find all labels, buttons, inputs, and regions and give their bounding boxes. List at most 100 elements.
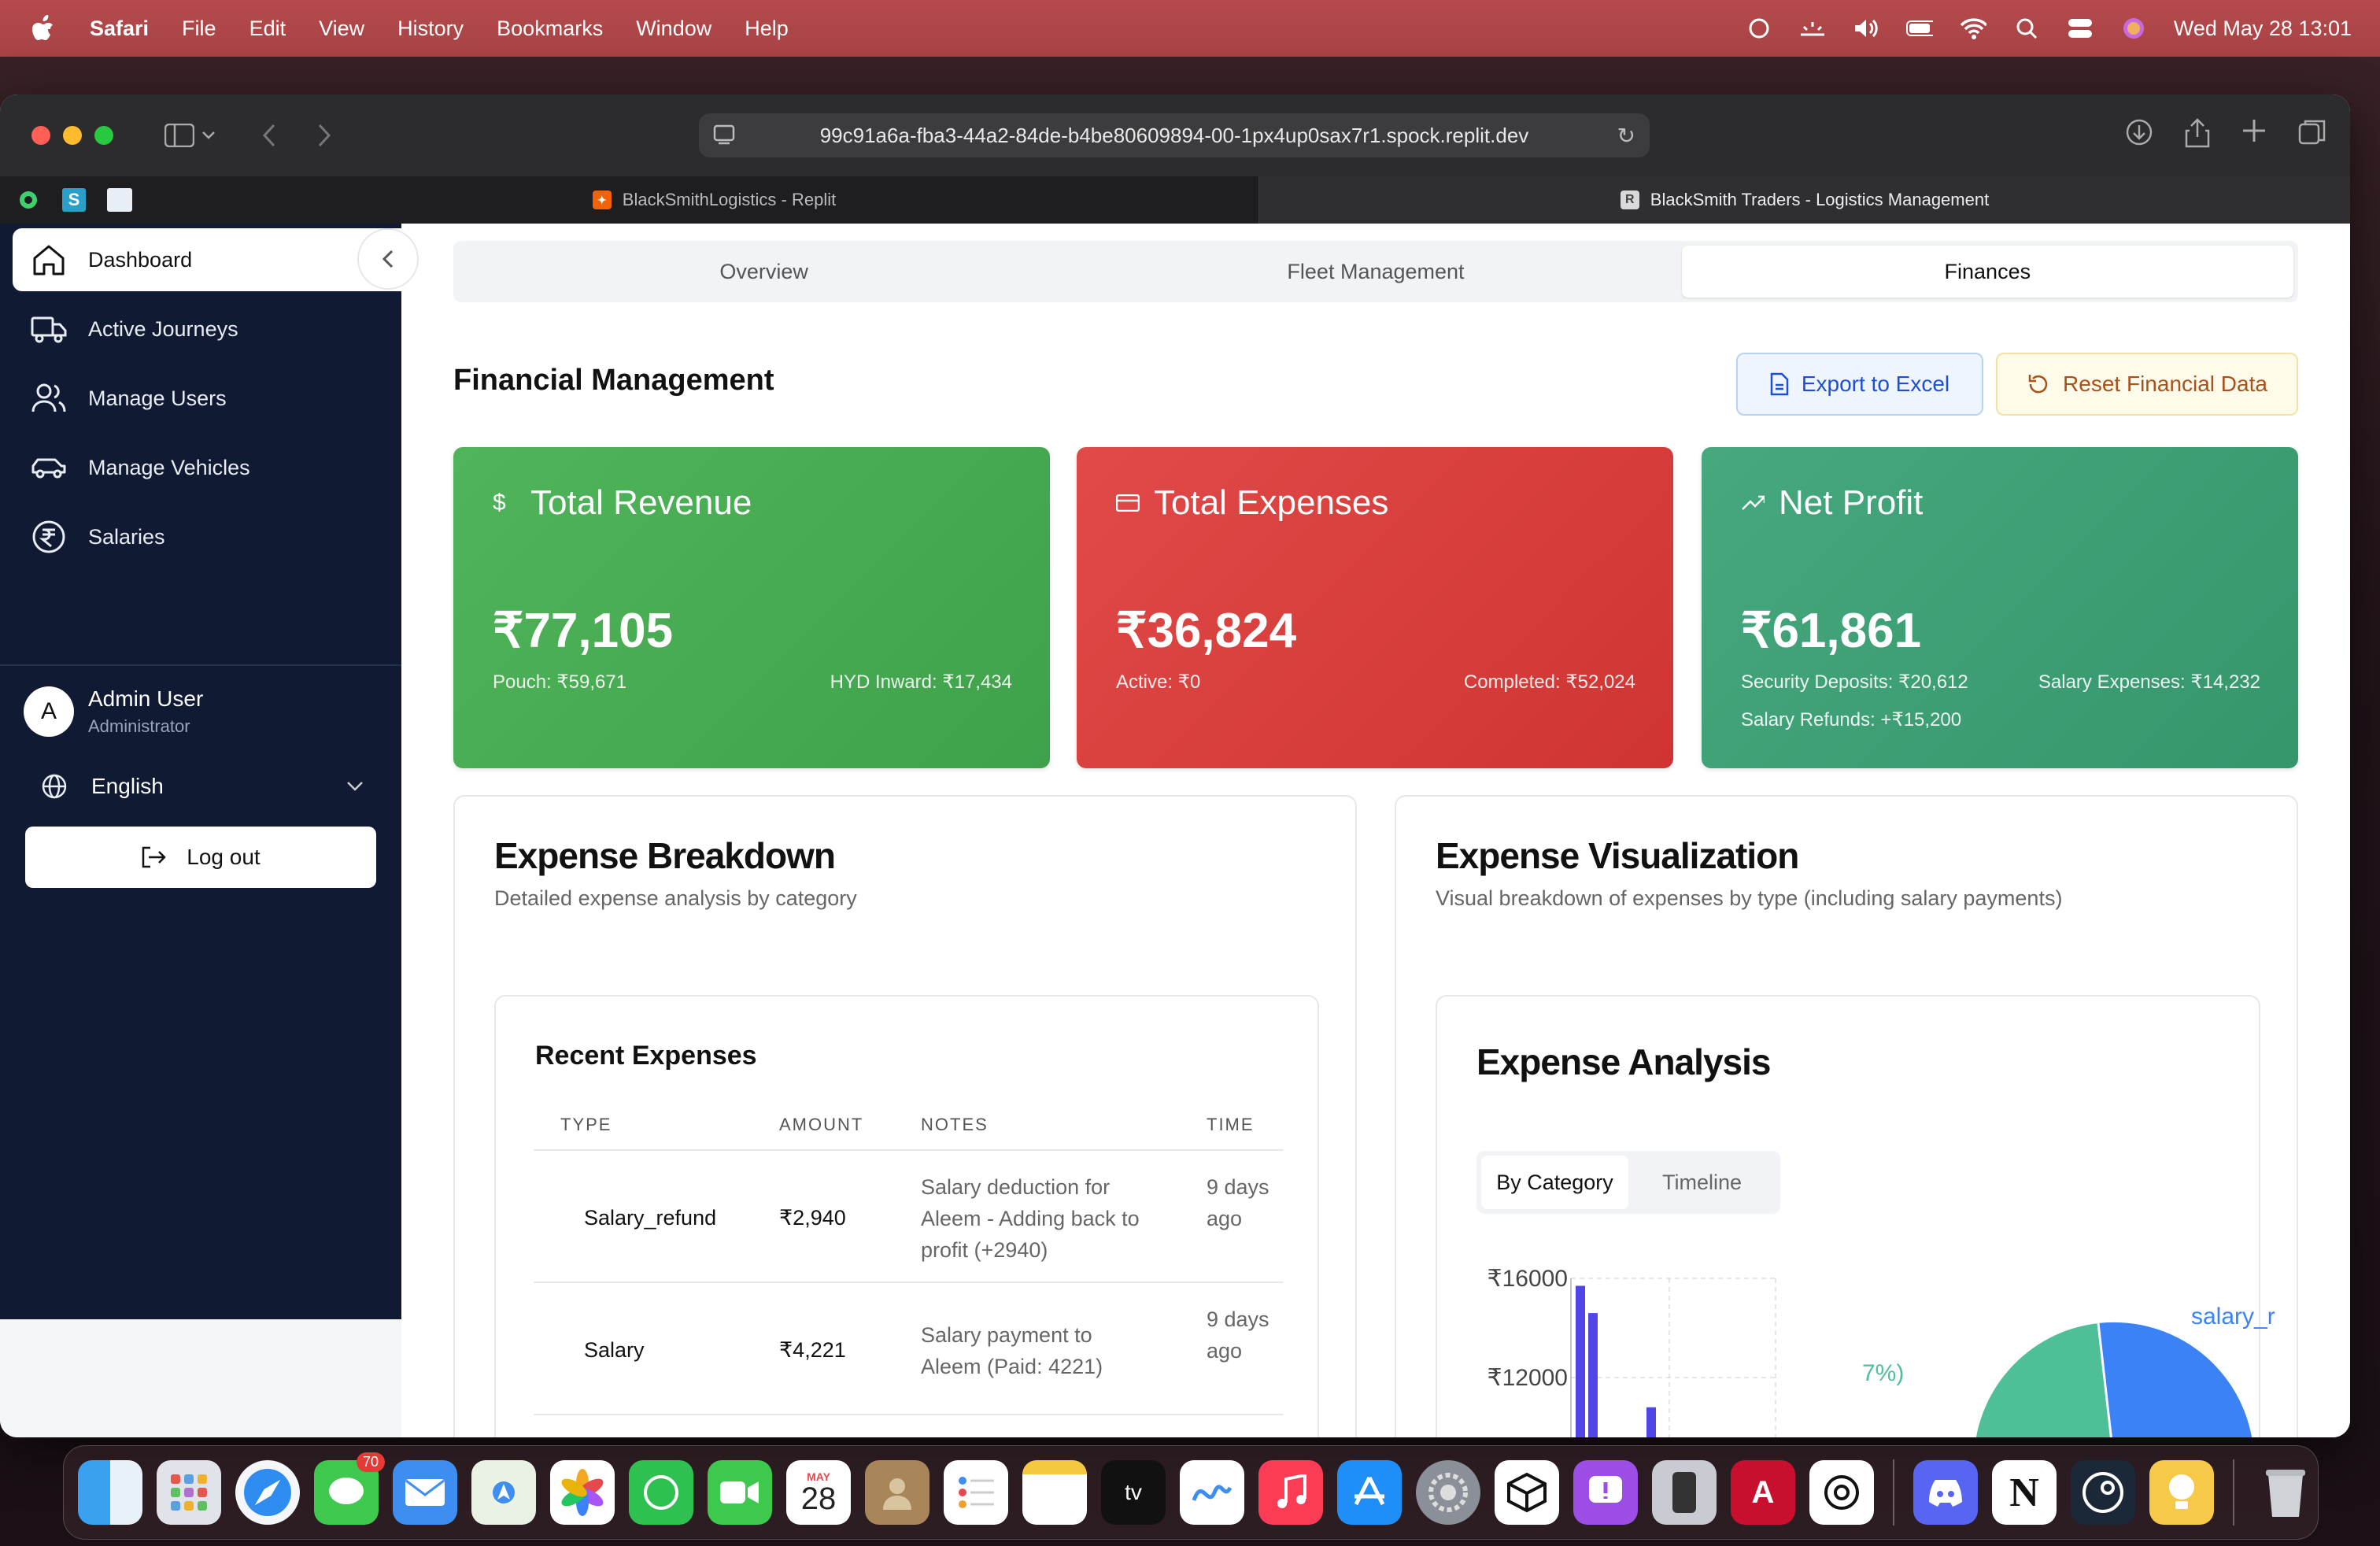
column-header-amount: AMOUNT	[779, 1115, 864, 1134]
volume-icon[interactable]	[1853, 17, 1879, 40]
siri-icon[interactable]	[2120, 17, 2147, 40]
panel-subtitle: Visual breakdown of expenses by type (in…	[1436, 886, 2063, 910]
sidebar-item-manage-vehicles[interactable]: Manage Vehicles	[13, 436, 401, 499]
dock-separator	[1893, 1459, 1894, 1526]
tab-timeline[interactable]: Timeline	[1628, 1156, 1776, 1209]
table-divider	[534, 1414, 1283, 1415]
menu-history[interactable]: History	[397, 17, 464, 41]
chevron-down-icon	[346, 773, 364, 797]
card-detail: Security Deposits: ₹20,612	[1741, 671, 1968, 693]
language-select[interactable]: English	[41, 767, 364, 806]
control-center-icon[interactable]	[2067, 17, 2094, 40]
menu-help[interactable]: Help	[745, 17, 789, 41]
messages-icon[interactable]: 70	[314, 1452, 385, 1525]
sidebar: Dashboard Active Journeys Manage Users M…	[0, 224, 419, 1319]
cell-notes: Salary payment to Aleem (Paid: 4221)	[921, 1323, 1103, 1378]
menu-edit[interactable]: Edit	[249, 17, 286, 41]
chatgpt-icon[interactable]	[1809, 1460, 1874, 1525]
apple-tv-icon[interactable]: tv	[1101, 1460, 1166, 1525]
pinned-tab-1[interactable]	[11, 184, 46, 216]
battery-icon[interactable]	[1905, 17, 1933, 40]
forward-arrow-icon[interactable]	[307, 118, 342, 153]
menu-bookmarks[interactable]: Bookmarks	[497, 17, 603, 41]
zoom-window-button[interactable]	[94, 126, 113, 145]
app-store-icon[interactable]	[1337, 1460, 1402, 1525]
music-icon[interactable]	[1258, 1460, 1323, 1525]
lightbulb-icon[interactable]	[2149, 1460, 2214, 1525]
net-profit-card: Net Profit ₹61,861 Security Deposits: ₹2…	[1702, 447, 2298, 768]
pie-label-percent: 7%)	[1862, 1360, 1904, 1386]
address-bar[interactable]: 99c91a6a-fba3-44a2-84de-b4be80609894-00-…	[699, 113, 1650, 157]
reload-icon[interactable]: ↻	[1617, 123, 1635, 149]
menu-file[interactable]: File	[182, 17, 216, 41]
url-text[interactable]: 99c91a6a-fba3-44a2-84de-b4be80609894-00-…	[820, 124, 1529, 148]
contacts-icon[interactable]	[865, 1460, 929, 1525]
expense-analysis-card: Expense Analysis By Category Timeline ₹1…	[1436, 995, 2275, 1437]
user-role: Administrator	[88, 716, 190, 736]
back-arrow-icon[interactable]	[252, 118, 286, 153]
chart-card-title: Expense Analysis	[1476, 1041, 1771, 1082]
steam-icon[interactable]	[2071, 1460, 2135, 1525]
notes-icon[interactable]	[1022, 1460, 1087, 1525]
pinned-tab-3[interactable]	[102, 184, 137, 216]
total-revenue-card: $ Total Revenue ₹77,105 Pouch: ₹59,671 HY…	[453, 447, 1050, 768]
iphone-mirroring-icon[interactable]	[1652, 1460, 1717, 1525]
menu-window[interactable]: Window	[636, 17, 711, 41]
tab-fleet-management[interactable]: Fleet Management	[1070, 246, 1681, 298]
menu-view[interactable]: View	[319, 17, 364, 41]
panel-subtitle: Detailed expense analysis by category	[494, 886, 857, 910]
search-icon[interactable]	[2013, 17, 2040, 40]
menu-safari[interactable]: Safari	[90, 17, 149, 41]
sidebar-item-dashboard[interactable]: Dashboard	[13, 228, 401, 291]
chevron-down-icon[interactable]	[197, 118, 220, 153]
pie-slice-other	[1975, 1323, 2112, 1437]
notion-icon[interactable]: N	[1992, 1460, 2057, 1525]
tab-overview[interactable]: Overview	[458, 246, 1070, 298]
brightness-icon[interactable]	[1799, 17, 1826, 40]
reset-financial-data-button[interactable]: Reset Financial Data	[1996, 353, 2298, 416]
share-icon[interactable]	[2185, 118, 2210, 152]
pinned-tab-2[interactable]: S	[57, 184, 91, 216]
freeform-icon[interactable]	[1180, 1460, 1244, 1525]
wifi-icon[interactable]	[1960, 17, 1986, 40]
tab-blacksmith[interactable]: R BlackSmith Traders - Logistics Managem…	[1259, 176, 2350, 224]
trash-icon[interactable]	[2253, 1460, 2318, 1525]
tab-finances[interactable]: Finances	[1681, 246, 2293, 298]
cube-app-icon[interactable]	[1495, 1460, 1559, 1525]
menubar-clock[interactable]: Wed May 28 13:01	[2174, 17, 2352, 41]
apple-icon[interactable]	[31, 15, 55, 42]
close-window-button[interactable]	[31, 126, 50, 145]
reminders-icon[interactable]	[944, 1460, 1008, 1525]
minimize-window-button[interactable]	[63, 126, 82, 145]
logout-button[interactable]: Log out	[25, 827, 376, 888]
finder-icon[interactable]	[78, 1460, 142, 1525]
truck-icon	[30, 310, 68, 348]
tab-by-category[interactable]: By Category	[1481, 1156, 1628, 1209]
sidebar-item-active-journeys[interactable]: Active Journeys	[13, 298, 401, 361]
safari-icon[interactable]	[235, 1460, 300, 1525]
page-menu-icon[interactable]	[713, 123, 740, 146]
calendar-icon[interactable]: MAY 28	[786, 1460, 851, 1525]
facetime-icon[interactable]	[708, 1460, 772, 1525]
mail-icon[interactable]	[393, 1460, 457, 1525]
tab-replit[interactable]: ✦ BlackSmithLogistics - Replit	[170, 176, 1259, 224]
downloads-icon[interactable]	[2125, 118, 2153, 152]
launchpad-icon[interactable]	[157, 1460, 221, 1525]
chatgpt-status-icon[interactable]	[1746, 17, 1772, 40]
export-to-excel-button[interactable]: Export to Excel	[1736, 353, 1983, 416]
discord-icon[interactable]	[1913, 1460, 1978, 1525]
feedback-icon[interactable]	[1573, 1460, 1638, 1525]
photos-icon[interactable]	[550, 1460, 615, 1525]
sidebar-toggle-icon[interactable]	[162, 118, 197, 153]
sidebar-item-manage-users[interactable]: Manage Users	[13, 367, 401, 430]
system-settings-icon[interactable]	[1416, 1460, 1480, 1525]
card-detail: HYD Inward: ₹17,434	[830, 671, 1012, 693]
autocad-icon[interactable]: A	[1731, 1460, 1795, 1525]
tab-overview-icon[interactable]	[2298, 118, 2326, 152]
panel-title: Expense Breakdown	[494, 835, 836, 876]
whatsapp-icon[interactable]	[629, 1460, 693, 1525]
new-tab-icon[interactable]	[2241, 118, 2267, 152]
sidebar-item-salaries[interactable]: Salaries	[13, 505, 401, 568]
collapse-sidebar-button[interactable]	[357, 228, 419, 290]
maps-icon[interactable]	[471, 1460, 536, 1525]
